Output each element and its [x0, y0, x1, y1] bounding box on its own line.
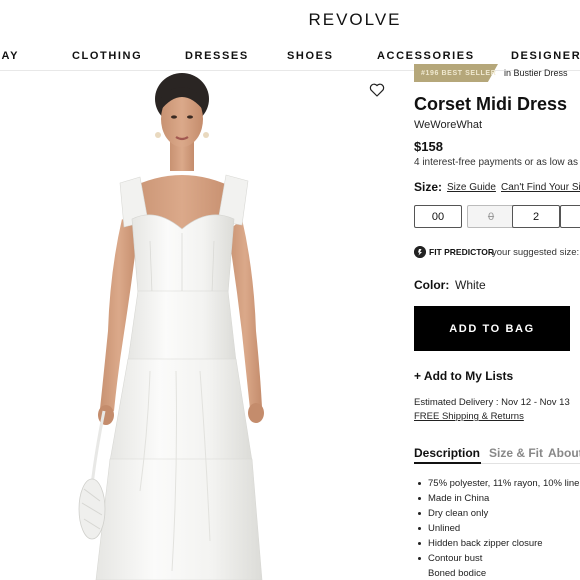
size-option-00[interactable]: 00 — [414, 205, 462, 228]
size-label: Size: — [414, 180, 443, 194]
cant-find-size-link[interactable]: Can't Find Your Size — [501, 182, 580, 193]
active-tab-indicator — [414, 462, 481, 464]
list-item: Boned bodice — [428, 568, 487, 579]
tab-about[interactable]: About — [548, 446, 580, 460]
add-to-lists-button[interactable]: + Add to My Lists — [414, 369, 513, 383]
product-image[interactable] — [0, 71, 400, 580]
product-title: Corset Midi Dress — [414, 94, 568, 114]
product-brand[interactable]: WeWoreWhat — [414, 119, 482, 131]
product-details-list: 75% polyester, 11% rayon, 10% linen, 4 M… — [417, 476, 580, 580]
revolve-logo[interactable]: REVOLVE — [0, 10, 580, 30]
size-option-label: 0 — [487, 210, 495, 223]
product-price: $158 — [414, 139, 443, 154]
size-option-0-unavailable[interactable]: 0 — [467, 205, 515, 228]
heart-outline-icon[interactable] — [369, 82, 385, 98]
model-illustration — [78, 73, 264, 580]
free-shipping-link[interactable]: FREE Shipping & Returns — [414, 411, 524, 422]
size-guide-link[interactable]: Size Guide — [447, 182, 496, 193]
list-item: Made in China — [417, 491, 580, 506]
fit-predictor-icon — [414, 246, 426, 258]
size-option-label: 2 — [532, 210, 540, 223]
size-option-2[interactable]: 2 — [512, 205, 560, 228]
installments-text: 4 interest-free payments or as low as — [414, 157, 578, 168]
tab-size-fit[interactable]: Size & Fit — [489, 446, 543, 460]
tab-description[interactable]: Description — [414, 446, 480, 460]
nav-item-accessories[interactable]: ACCESSORIES — [377, 50, 475, 62]
fit-predictor-text: your suggested size: — [492, 247, 580, 258]
list-item: Hidden back zipper closure — [417, 536, 580, 551]
nav-item-clothing[interactable]: CLOTHING — [72, 50, 142, 62]
list-item: Dry clean only — [417, 506, 580, 521]
nav-item-designers[interactable]: DESIGNERS — [511, 50, 580, 62]
color-value: White — [455, 278, 486, 292]
fit-predictor-label[interactable]: FIT PREDICTOR — [429, 247, 494, 257]
estimated-delivery: Estimated Delivery : Nov 12 - Nov 13 — [414, 397, 570, 408]
nav-item-dresses[interactable]: DRESSES — [185, 50, 249, 62]
list-item: Unlined — [417, 521, 580, 536]
color-label: Color: — [414, 278, 450, 292]
list-item: Contour bust — [417, 551, 580, 566]
nav-item-day[interactable]: DAY — [0, 50, 19, 62]
list-item: 75% polyester, 11% rayon, 10% linen, 4 — [417, 476, 580, 491]
nav-item-shoes[interactable]: SHOES — [287, 50, 334, 62]
main-nav: DAY CLOTHING DRESSES SHOES ACCESSORIES D… — [0, 50, 580, 64]
best-seller-rank: #196 BEST SELLER — [421, 70, 497, 77]
best-seller-category[interactable]: in Bustier Dress — [504, 68, 568, 78]
add-to-bag-button[interactable]: ADD TO BAG — [414, 306, 570, 351]
size-option-label: 00 — [431, 210, 445, 223]
size-option-4[interactable]: 4 — [560, 205, 580, 228]
